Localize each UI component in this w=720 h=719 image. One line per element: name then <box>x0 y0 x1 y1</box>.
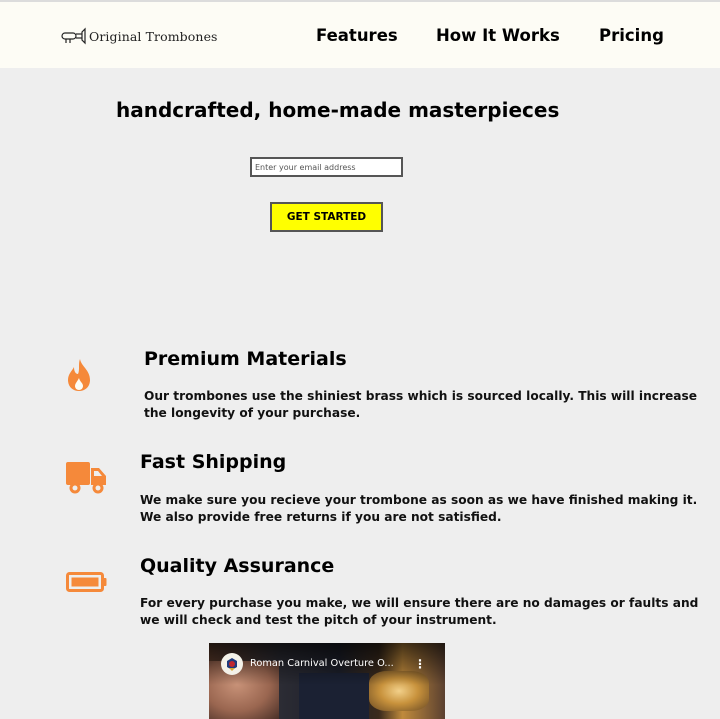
hero-title: handcrafted, home-made masterpieces <box>116 98 560 122</box>
email-input[interactable] <box>250 157 403 177</box>
nav-link-how-it-works[interactable]: How It Works <box>436 26 560 50</box>
battery-icon <box>66 572 107 592</box>
logo[interactable]: Original Trombones <box>60 24 218 48</box>
nav-link-pricing[interactable]: Pricing <box>599 26 664 50</box>
get-started-button[interactable]: GET STARTED <box>270 202 383 232</box>
feature-title: Quality Assurance <box>140 555 335 577</box>
more-vertical-icon[interactable]: ⋮ <box>414 655 426 675</box>
feature-title: Premium Materials <box>144 348 347 370</box>
fire-icon <box>68 359 90 391</box>
feature-description: For every purchase you make, we will ens… <box>140 596 699 627</box>
truck-icon <box>66 462 106 494</box>
logo-text: Original Trombones <box>89 28 218 44</box>
top-navigation-bar: Original Trombones Features How It Works… <box>0 0 720 68</box>
feature-title: Fast Shipping <box>140 451 287 473</box>
trombone-icon <box>61 27 86 45</box>
feature-description: We make sure you recieve your trombone a… <box>140 493 698 524</box>
video-title[interactable]: Roman Carnival Overture O... <box>250 658 410 669</box>
channel-avatar-icon[interactable] <box>221 653 243 675</box>
feature-description: Our trombones use the shiniest brass whi… <box>144 389 698 420</box>
nav-link-features[interactable]: Features <box>316 26 398 50</box>
video-player[interactable]: Roman Carnival Overture O... <box>209 643 445 719</box>
